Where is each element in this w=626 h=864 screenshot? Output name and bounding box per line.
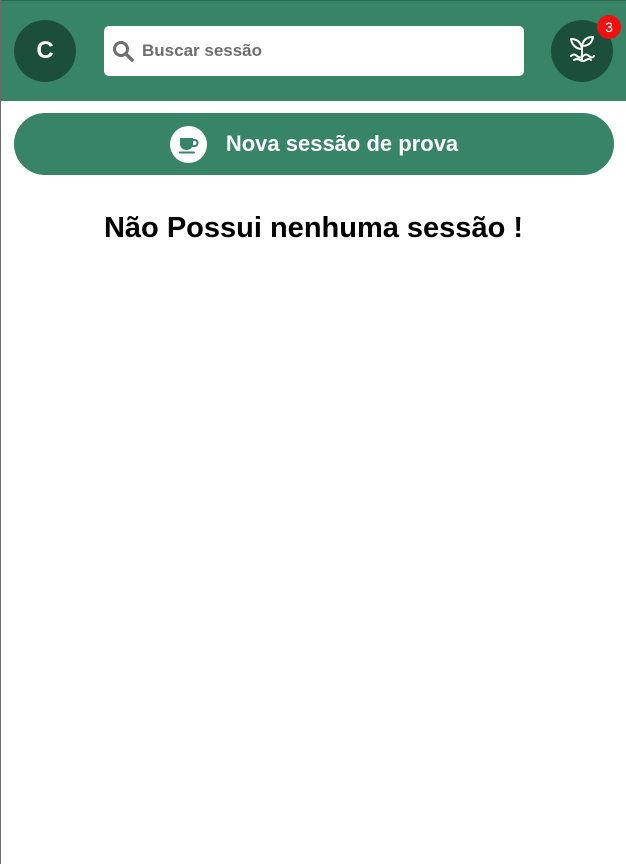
search-box: [104, 26, 524, 76]
notification-badge: 3: [597, 15, 621, 39]
notification-count: 3: [605, 19, 613, 35]
new-session-label: Nova sessão de prova: [225, 131, 459, 156]
coffee-cup-icon: [169, 125, 207, 163]
app-frame: C 3: [0, 0, 626, 864]
avatar-initial: C: [36, 37, 54, 64]
seedling-icon: [565, 32, 599, 71]
empty-state-message: Não Possui nenhuma sessão !: [103, 212, 523, 244]
user-avatar[interactable]: C: [14, 20, 76, 82]
search-icon: [112, 40, 134, 62]
top-bar: C 3: [1, 0, 626, 101]
new-session-button[interactable]: Nova sessão de prova: [14, 113, 614, 175]
search-input[interactable]: [142, 41, 502, 61]
